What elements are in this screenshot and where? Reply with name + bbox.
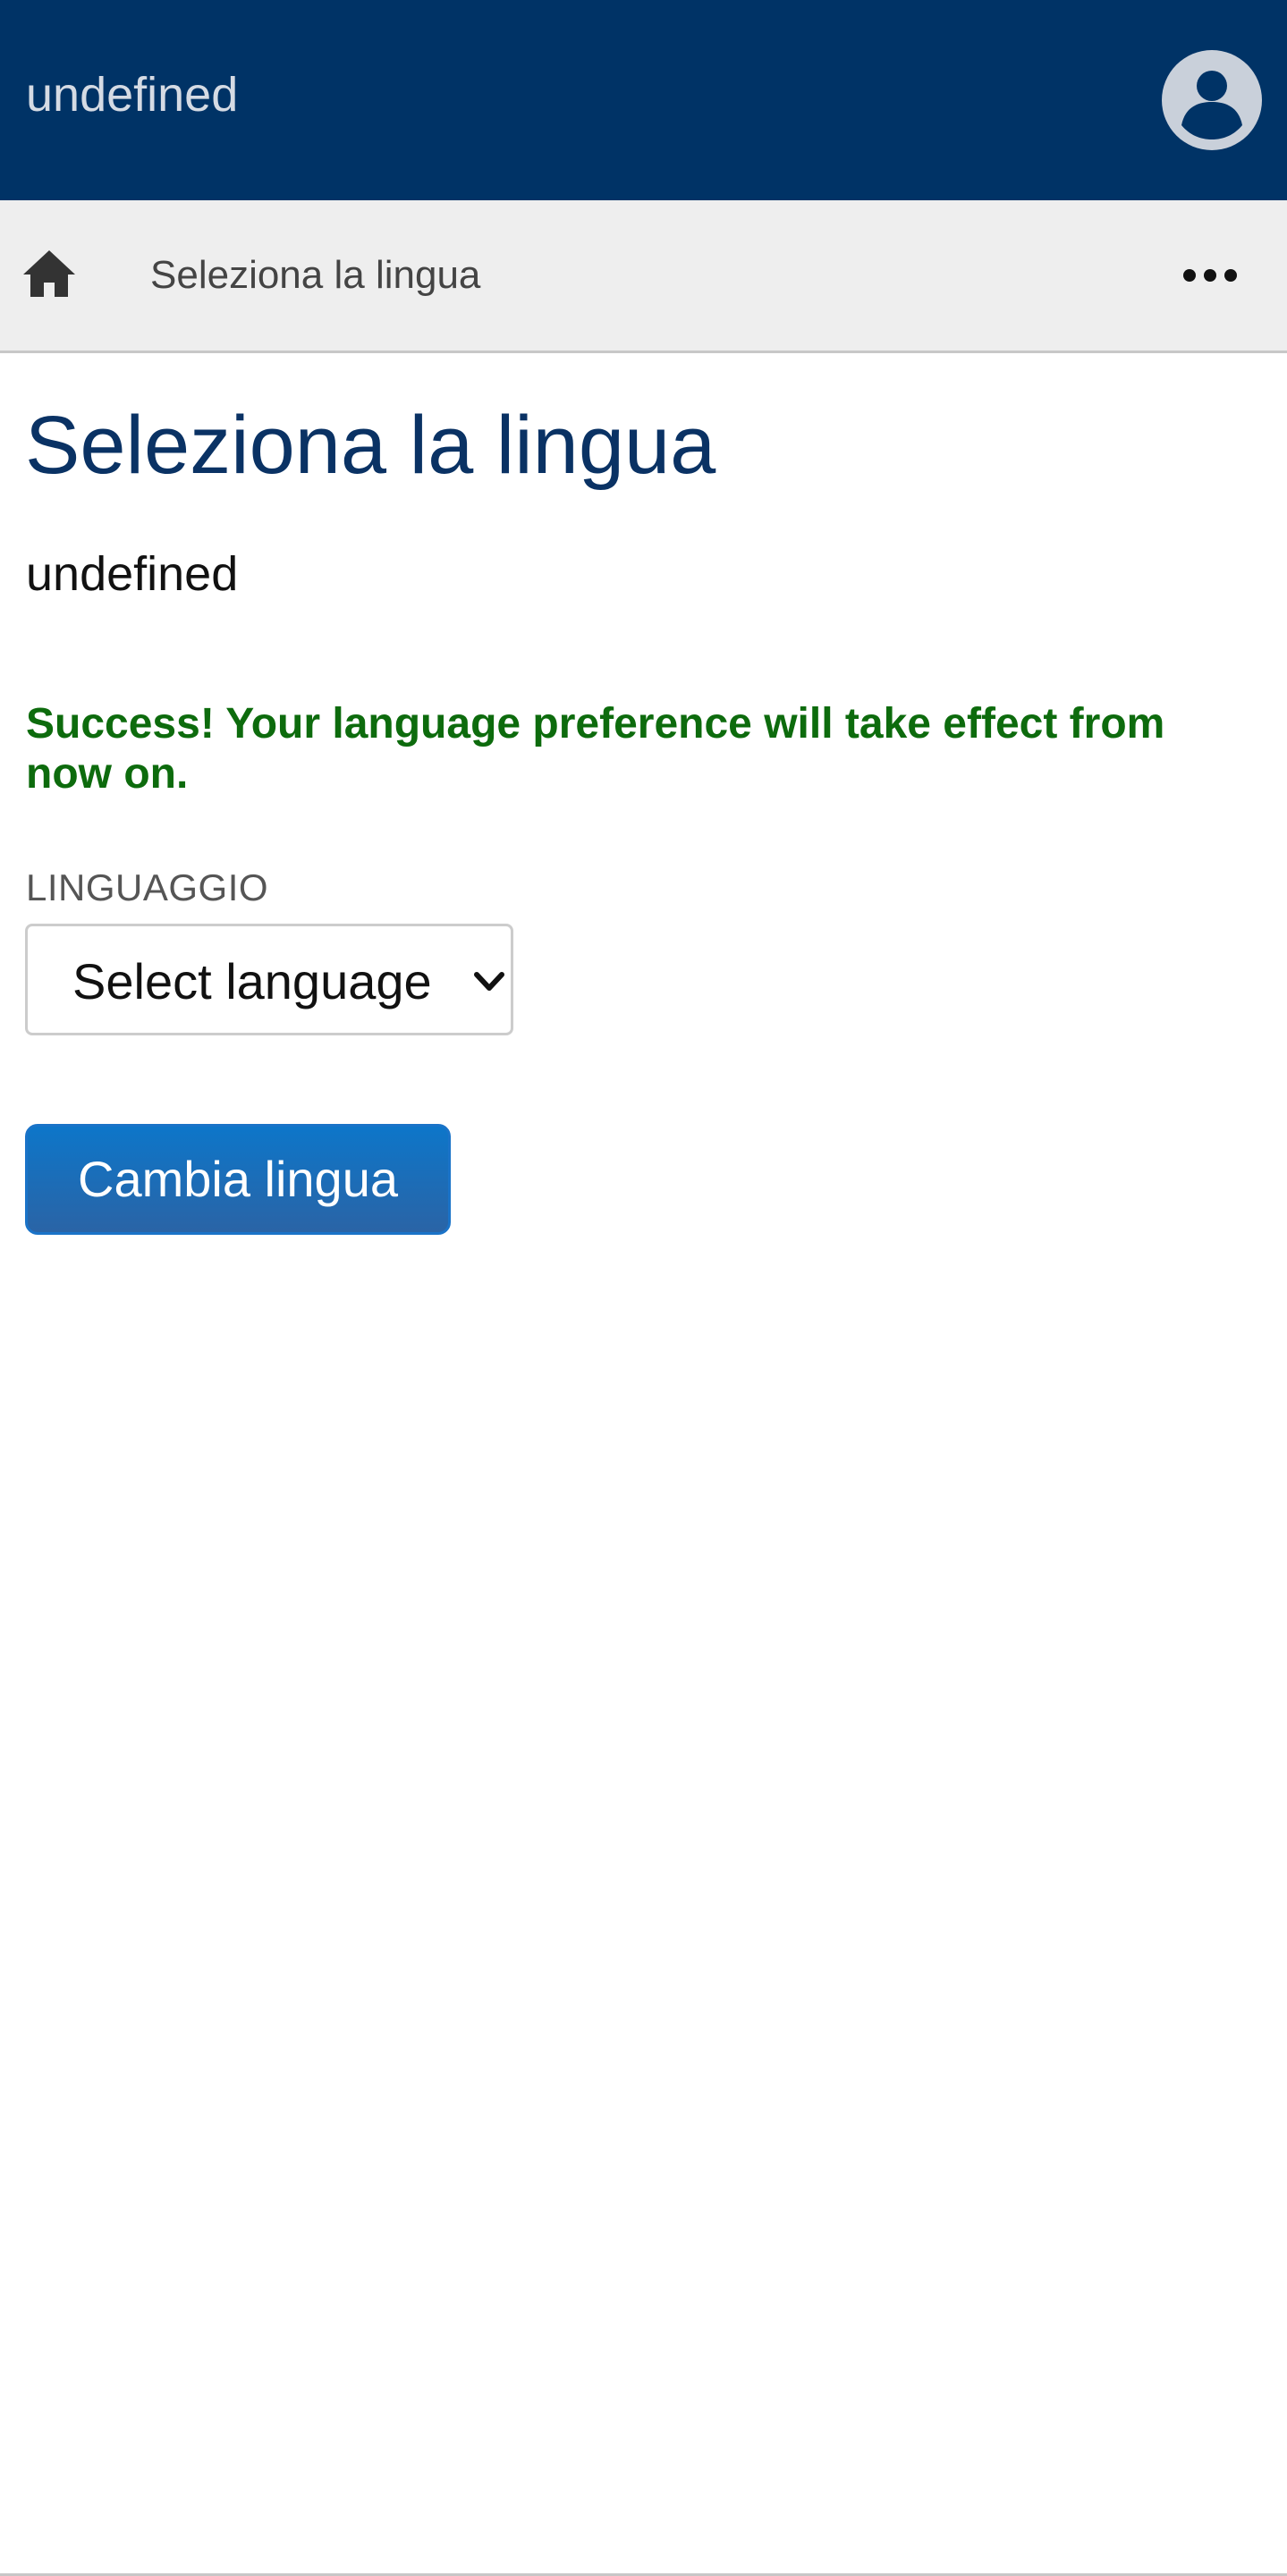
page-subtitle: undefined	[26, 547, 239, 601]
success-message: Success! Your language preference will t…	[26, 700, 1165, 798]
more-horizontal-icon	[1177, 250, 1250, 300]
language-select-value: Select language	[72, 953, 432, 1009]
page-title: Seleziona la lingua	[25, 400, 716, 491]
language-field-label: LINGUAGGIO	[26, 866, 269, 908]
chevron-down-icon	[472, 966, 506, 998]
breadcrumb: Seleziona la lingua	[0, 200, 1287, 353]
header-title: undefined	[26, 68, 239, 122]
change-language-button[interactable]: Cambia lingua	[25, 1124, 451, 1235]
more-options-button[interactable]	[1177, 250, 1250, 300]
user-avatar-button[interactable]	[1162, 50, 1262, 150]
home-icon	[21, 248, 79, 300]
home-button[interactable]	[21, 245, 79, 302]
breadcrumb-current: Seleziona la lingua	[150, 253, 481, 297]
language-select[interactable]: Select language	[25, 924, 513, 1035]
app-header: undefined	[0, 0, 1287, 200]
user-circle-icon	[1162, 50, 1262, 150]
